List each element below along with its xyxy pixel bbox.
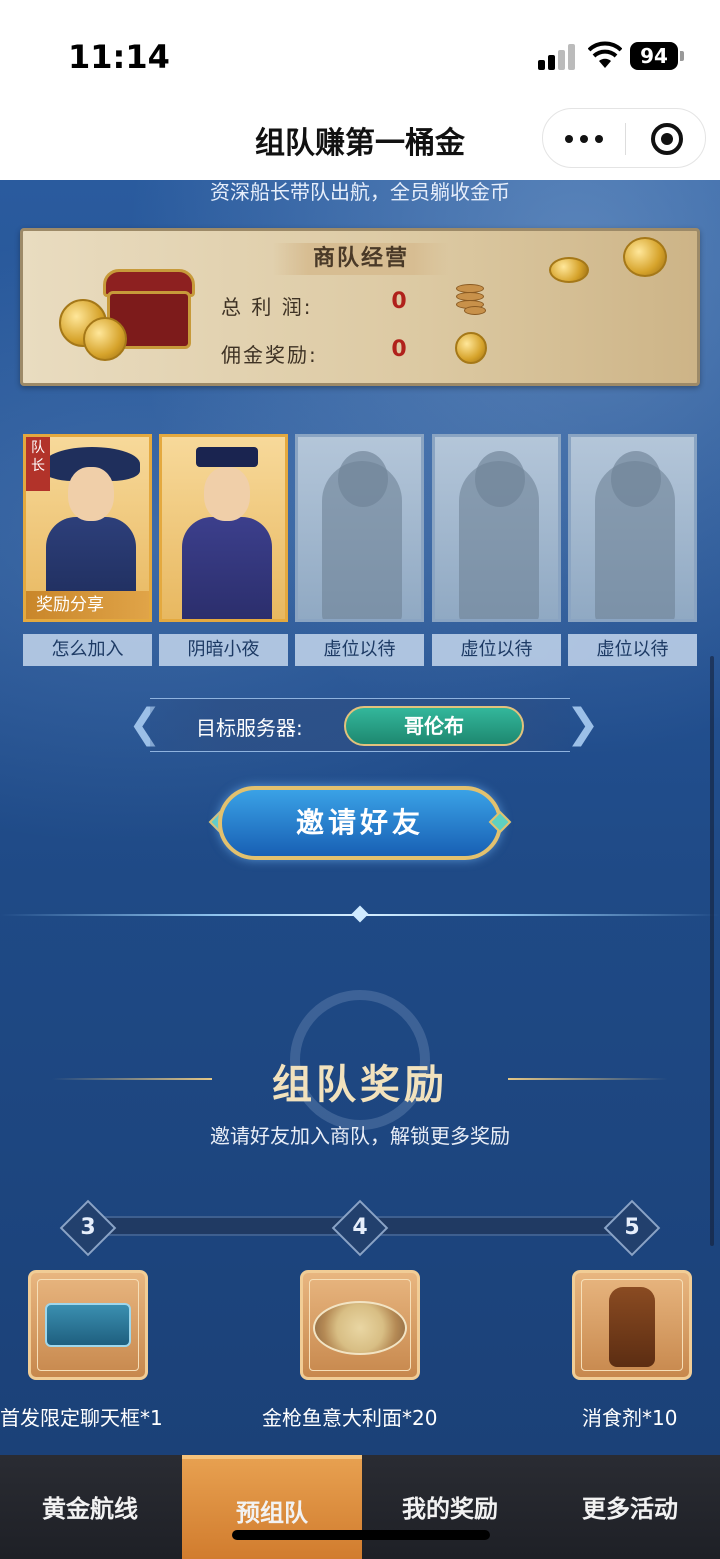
milestone-number: 5 [624, 1215, 640, 1240]
status-time: 11:14 [68, 38, 170, 76]
battery-indicator: 94 [630, 42, 678, 70]
reward-item-pasta[interactable] [300, 1270, 420, 1380]
empty-silhouette-head [611, 451, 661, 507]
team-slot-empty[interactable] [568, 434, 697, 622]
mini-program-capsule [542, 108, 706, 168]
battery-tip [680, 51, 684, 61]
member-label[interactable]: 怎么加入 [23, 634, 152, 666]
member-label: 虚位以待 [432, 634, 561, 666]
member-label: 虚位以待 [295, 634, 424, 666]
total-profit-value: 0 [391, 289, 407, 314]
coin-stack-icon [452, 282, 488, 316]
member-avatar [182, 517, 272, 619]
gold-coin-icon [623, 237, 667, 277]
reward-item-name: 首发限定聊天框*1 [0, 1406, 163, 1430]
milestone-number: 3 [80, 1215, 96, 1240]
invite-friends-button[interactable]: 邀请好友 [218, 786, 502, 860]
main-content: 资深船长带队出航，全员躺收金币 商队经营 总 利 润: 0 佣金奖励: 0 队长… [0, 180, 720, 1455]
home-indicator [232, 1530, 490, 1540]
title-ornament-right [508, 1078, 668, 1080]
tab-pre-team[interactable]: 预组队 [182, 1455, 362, 1559]
signal-icon [538, 44, 575, 70]
caravan-panel: 商队经营 总 利 润: 0 佣金奖励: 0 [20, 228, 700, 386]
chevron-right-icon: ❯ [566, 701, 600, 747]
treasure-chest-icon [59, 265, 195, 361]
reward-item-chat-frame[interactable] [28, 1270, 148, 1380]
rewards-section-title: 组队奖励 [272, 1061, 448, 1108]
gold-coin-icon [549, 257, 589, 283]
reward-item-name: 金枪鱼意大利面*20 [262, 1406, 438, 1430]
chat-frame-icon [45, 1303, 131, 1347]
reward-item-name: 消食剂*10 [582, 1406, 678, 1430]
member-label: 阴暗小夜 [159, 634, 288, 666]
graduate-cap [196, 447, 258, 467]
divider-ornament-icon [351, 905, 369, 923]
rewards-section-subtitle: 邀请好友加入商队，解锁更多奖励 [210, 1124, 510, 1148]
gold-medal-icon [455, 332, 487, 364]
milestone-number: 4 [352, 1215, 368, 1240]
team-slot-captain[interactable]: 队长 奖励分享 [23, 434, 152, 622]
nav-bar: 组队赚第一桶金 [0, 100, 720, 180]
server-label: 目标服务器: [196, 716, 303, 740]
member-face [204, 467, 250, 521]
tab-more-activities[interactable]: 更多活动 [540, 1455, 720, 1559]
caravan-title-bar: 商队经营 [273, 243, 449, 275]
empty-silhouette-head [475, 451, 525, 507]
caravan-title: 商队经营 [312, 246, 409, 271]
team-slot-empty[interactable] [295, 434, 424, 622]
member-label: 虚位以待 [568, 634, 697, 666]
server-selector: 目标服务器: 哥伦布 [150, 698, 570, 752]
commission-label: 佣金奖励: [221, 343, 318, 367]
team-slot-empty[interactable] [432, 434, 561, 622]
reward-item-digestive[interactable] [572, 1270, 692, 1380]
status-bar: 11:14 94 [0, 0, 720, 100]
total-profit-label: 总 利 润: [221, 295, 313, 319]
commission-value: 0 [391, 337, 407, 362]
bottle-icon [609, 1287, 655, 1367]
capsule-divider [625, 123, 626, 155]
header-subtitle: 资深船长带队出航，全员躺收金币 [210, 180, 510, 204]
reward-share-button[interactable]: 奖励分享 [26, 591, 149, 619]
bottom-tab-bar: 黄金航线 预组队 我的奖励 更多活动 [0, 1455, 720, 1559]
empty-silhouette-head [338, 451, 388, 507]
captain-badge: 队长 [26, 437, 50, 491]
tab-my-rewards[interactable]: 我的奖励 [360, 1455, 540, 1559]
captain-face [68, 467, 114, 521]
wifi-icon [588, 41, 622, 68]
more-icon[interactable] [565, 133, 605, 145]
team-slot-member[interactable] [159, 434, 288, 622]
tab-golden-route[interactable]: 黄金航线 [0, 1455, 180, 1559]
scrollbar[interactable] [710, 656, 714, 1246]
server-value-button[interactable]: 哥伦布 [344, 706, 524, 746]
close-icon[interactable] [651, 123, 683, 155]
pasta-icon [313, 1301, 407, 1355]
